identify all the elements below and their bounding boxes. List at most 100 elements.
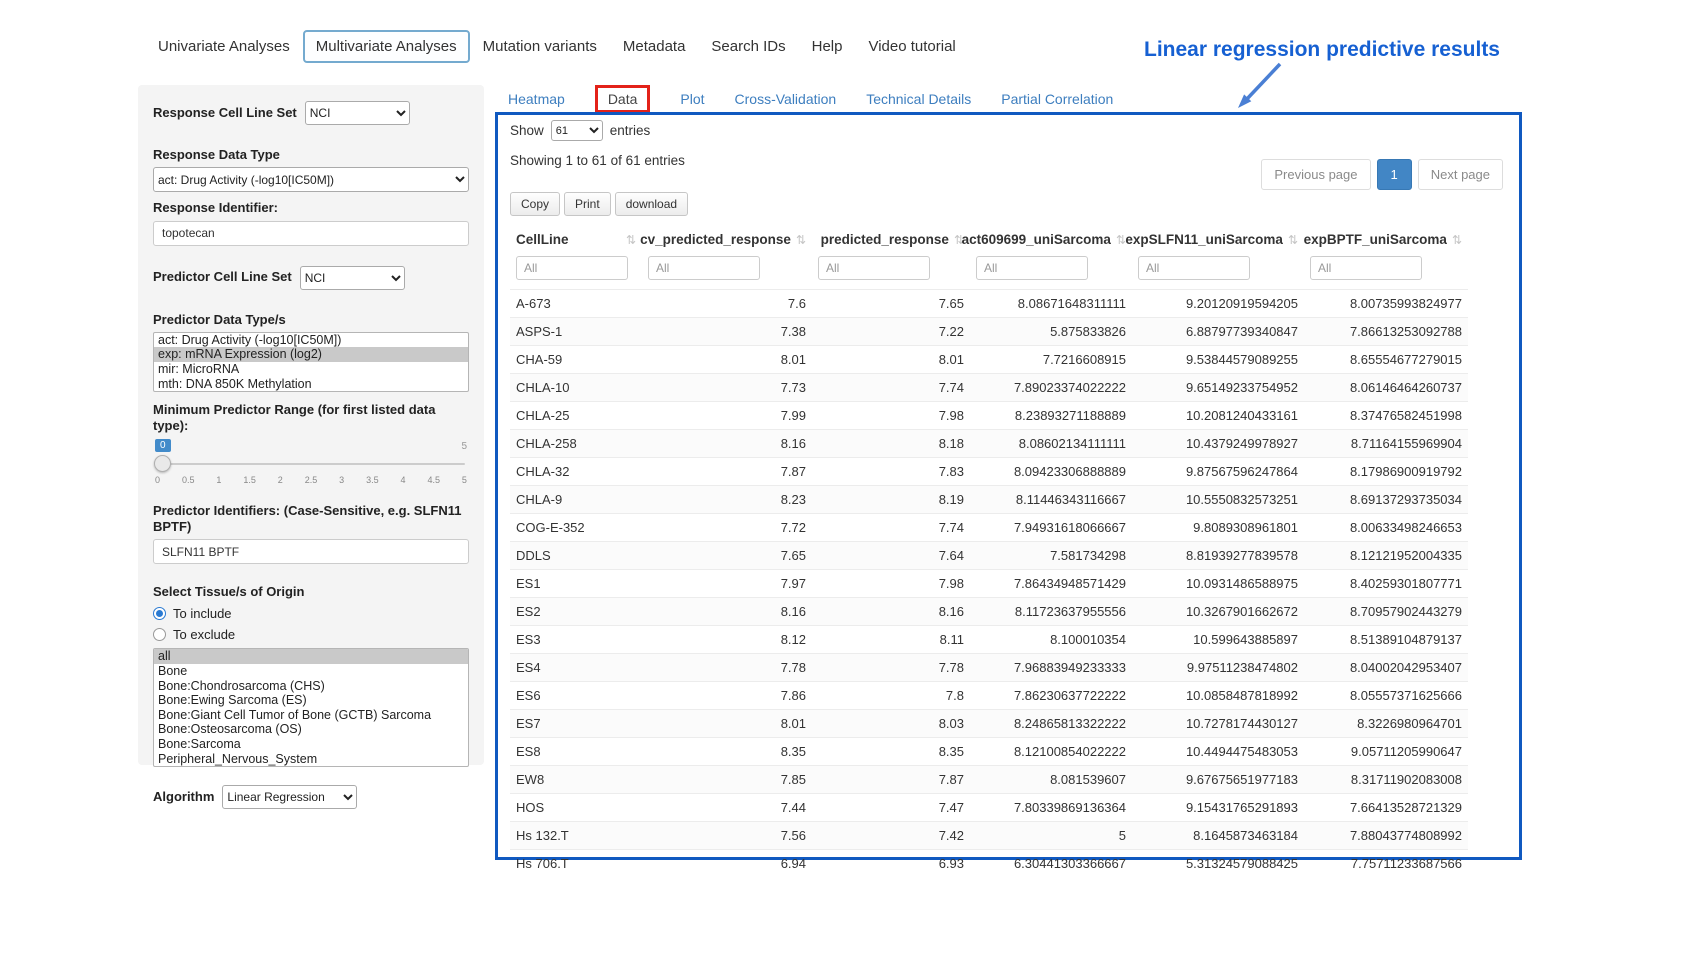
nav-item-video-tutorial[interactable]: Video tutorial — [855, 30, 968, 63]
predictor-identifiers-input[interactable] — [153, 539, 469, 564]
predictor-data-type-option-exp-mrna-expression-log2[interactable]: exp: mRNA Expression (log2) — [154, 347, 468, 362]
predictor-data-type-listbox[interactable]: act: Drug Activity (-log10[IC50M])exp: m… — [153, 332, 469, 392]
value-cell: 7.65 — [642, 542, 812, 570]
slider-tick: 4 — [401, 475, 406, 485]
nav-item-help[interactable]: Help — [799, 30, 856, 63]
nav-item-search-ids[interactable]: Search IDs — [698, 30, 798, 63]
min-predictor-range-slider[interactable]: 0 5 00.511.522.533.544.55 — [155, 439, 467, 491]
previous-page-button[interactable]: Previous page — [1261, 159, 1370, 190]
cell-line-cell: DDLS — [510, 542, 642, 570]
column-header-cellline[interactable]: CellLine⇅ — [510, 224, 642, 253]
value-cell: 8.17986900919792 — [1304, 458, 1468, 486]
value-cell: 8.65554677279015 — [1304, 346, 1468, 374]
slider-tick: 1.5 — [243, 475, 256, 485]
next-page-button[interactable]: Next page — [1418, 159, 1503, 190]
filter-cell — [642, 253, 812, 290]
tab-cross-validation[interactable]: Cross-Validation — [735, 91, 837, 107]
cell-line-cell: EW8 — [510, 766, 642, 794]
cell-line-cell: HOS — [510, 794, 642, 822]
cell-line-cell: ES4 — [510, 654, 642, 682]
tissue-option-bone-sarcoma[interactable]: Bone:Sarcoma — [154, 737, 468, 752]
tissue-option-bone-giant-cell-tumor-of-bone-gctb-sarcoma[interactable]: Bone:Giant Cell Tumor of Bone (GCTB) Sar… — [154, 708, 468, 723]
filter-input-cv-predicted-response[interactable] — [648, 256, 760, 280]
value-cell: 8.69137293735034 — [1304, 486, 1468, 514]
value-cell: 8.00633498246653 — [1304, 514, 1468, 542]
column-header-cv-predicted-response[interactable]: cv_predicted_response⇅ — [642, 224, 812, 253]
value-cell: 7.98 — [812, 570, 970, 598]
column-header-expslfn11-unisarcoma[interactable]: expSLFN11_uniSarcoma⇅ — [1132, 224, 1304, 253]
slider-tick: 0.5 — [182, 475, 195, 485]
value-cell: 7.56 — [642, 822, 812, 850]
copy-button[interactable]: Copy — [510, 192, 560, 216]
table-filter-row — [510, 253, 1468, 290]
nav-item-mutation-variants[interactable]: Mutation variants — [470, 30, 610, 63]
sort-icon: ⇅ — [1288, 233, 1298, 247]
column-header-predicted-response[interactable]: predicted_response⇅ — [812, 224, 970, 253]
tab-partial-correlation[interactable]: Partial Correlation — [1001, 91, 1113, 107]
response-data-type-select[interactable]: act: Drug Activity (-log10[IC50M]) — [153, 167, 469, 192]
value-cell: 7.72 — [642, 514, 812, 542]
value-cell: 7.75711233687566 — [1304, 850, 1468, 878]
filter-input-predicted-response[interactable] — [818, 256, 930, 280]
tab-technical-details[interactable]: Technical Details — [866, 91, 971, 107]
value-cell: 8.40259301807771 — [1304, 570, 1468, 598]
predictor-data-type-option-mth-dna-850k-methylation[interactable]: mth: DNA 850K Methylation — [154, 377, 468, 392]
response-data-type-label: Response Data Type — [153, 147, 469, 163]
tab-data[interactable]: Data — [595, 85, 651, 113]
tissue-option-peripheral-nervous-system[interactable]: Peripheral_Nervous_System — [154, 752, 468, 767]
tissue-option-bone-chondrosarcoma-chs[interactable]: Bone:Chondrosarcoma (CHS) — [154, 679, 468, 694]
value-cell: 7.86613253092788 — [1304, 318, 1468, 346]
value-cell: 7.38 — [642, 318, 812, 346]
download-button[interactable]: download — [615, 192, 688, 216]
tissue-option-bone-ewing-sarcoma-es[interactable]: Bone:Ewing Sarcoma (ES) — [154, 693, 468, 708]
predictor-data-type-option-mir-microrna[interactable]: mir: MicroRNA — [154, 362, 468, 377]
tissue-option-bone-osteosarcoma-os[interactable]: Bone:Osteosarcoma (OS) — [154, 722, 468, 737]
tab-heatmap[interactable]: Heatmap — [508, 91, 565, 107]
predictor-cell-line-set-select[interactable]: NCI — [300, 266, 405, 290]
filter-input-cellline[interactable] — [516, 256, 628, 280]
cell-line-cell: CHLA-10 — [510, 374, 642, 402]
slider-handle[interactable] — [154, 455, 171, 472]
table-row: Hs 132.T7.567.4258.16458734631847.880437… — [510, 822, 1468, 850]
slider-track[interactable] — [157, 463, 465, 465]
filter-input-act609699-unisarcoma[interactable] — [976, 256, 1088, 280]
algorithm-field: Algorithm Linear Regression — [153, 785, 469, 809]
nav-item-metadata[interactable]: Metadata — [610, 30, 699, 63]
tissue-listbox[interactable]: allBoneBone:Chondrosarcoma (CHS)Bone:Ewi… — [153, 648, 469, 767]
table-header-row: CellLine⇅cv_predicted_response⇅predicted… — [510, 224, 1468, 253]
filter-input-expbptf-unisarcoma[interactable] — [1310, 256, 1422, 280]
value-cell: 8.81939277839578 — [1132, 542, 1304, 570]
filter-input-expslfn11-unisarcoma[interactable] — [1138, 256, 1250, 280]
value-cell: 8.05557371625666 — [1304, 682, 1468, 710]
value-cell: 8.23 — [642, 486, 812, 514]
value-cell: 8.12121952004335 — [1304, 542, 1468, 570]
table-row: EW87.857.878.0815396079.676756519771838.… — [510, 766, 1468, 794]
column-header-expbptf-unisarcoma[interactable]: expBPTF_uniSarcoma⇅ — [1304, 224, 1468, 253]
radio-to-include[interactable]: To include — [153, 606, 469, 621]
cell-line-cell: CHLA-32 — [510, 458, 642, 486]
tissue-option-bone[interactable]: Bone — [154, 664, 468, 679]
page-1-button[interactable]: 1 — [1377, 159, 1412, 190]
table-row: CHLA-257.997.988.2389327118888910.208124… — [510, 402, 1468, 430]
nav-item-multivariate-analyses[interactable]: Multivariate Analyses — [303, 30, 470, 63]
entries-select[interactable]: 61 — [551, 120, 603, 141]
print-button[interactable]: Print — [564, 192, 611, 216]
table-row: ASPS-17.387.225.8758338266.8879773934084… — [510, 318, 1468, 346]
algorithm-select[interactable]: Linear Regression — [222, 785, 357, 809]
response-cell-line-set-select[interactable]: NCI — [305, 101, 410, 125]
radio-to-exclude[interactable]: To exclude — [153, 627, 469, 642]
slider-value-badge: 0 — [155, 439, 171, 452]
column-header-act609699-unisarcoma[interactable]: act609699_uniSarcoma⇅ — [970, 224, 1132, 253]
value-cell: 8.1645873463184 — [1132, 822, 1304, 850]
filter-cell — [970, 253, 1132, 290]
predictor-data-type-option-act-drug-activity-log10-ic50m[interactable]: act: Drug Activity (-log10[IC50M]) — [154, 333, 468, 348]
slider-tick: 4.5 — [427, 475, 440, 485]
tab-plot[interactable]: Plot — [680, 91, 704, 107]
value-cell: 8.00735993824977 — [1304, 290, 1468, 318]
nav-item-univariate-analyses[interactable]: Univariate Analyses — [145, 30, 303, 63]
cell-line-cell: CHLA-25 — [510, 402, 642, 430]
table-row: Hs 706.T6.946.936.304413033666675.313245… — [510, 850, 1468, 878]
value-cell: 7.65 — [812, 290, 970, 318]
tissue-option-all[interactable]: all — [154, 649, 468, 664]
response-identifier-input[interactable] — [153, 221, 469, 246]
